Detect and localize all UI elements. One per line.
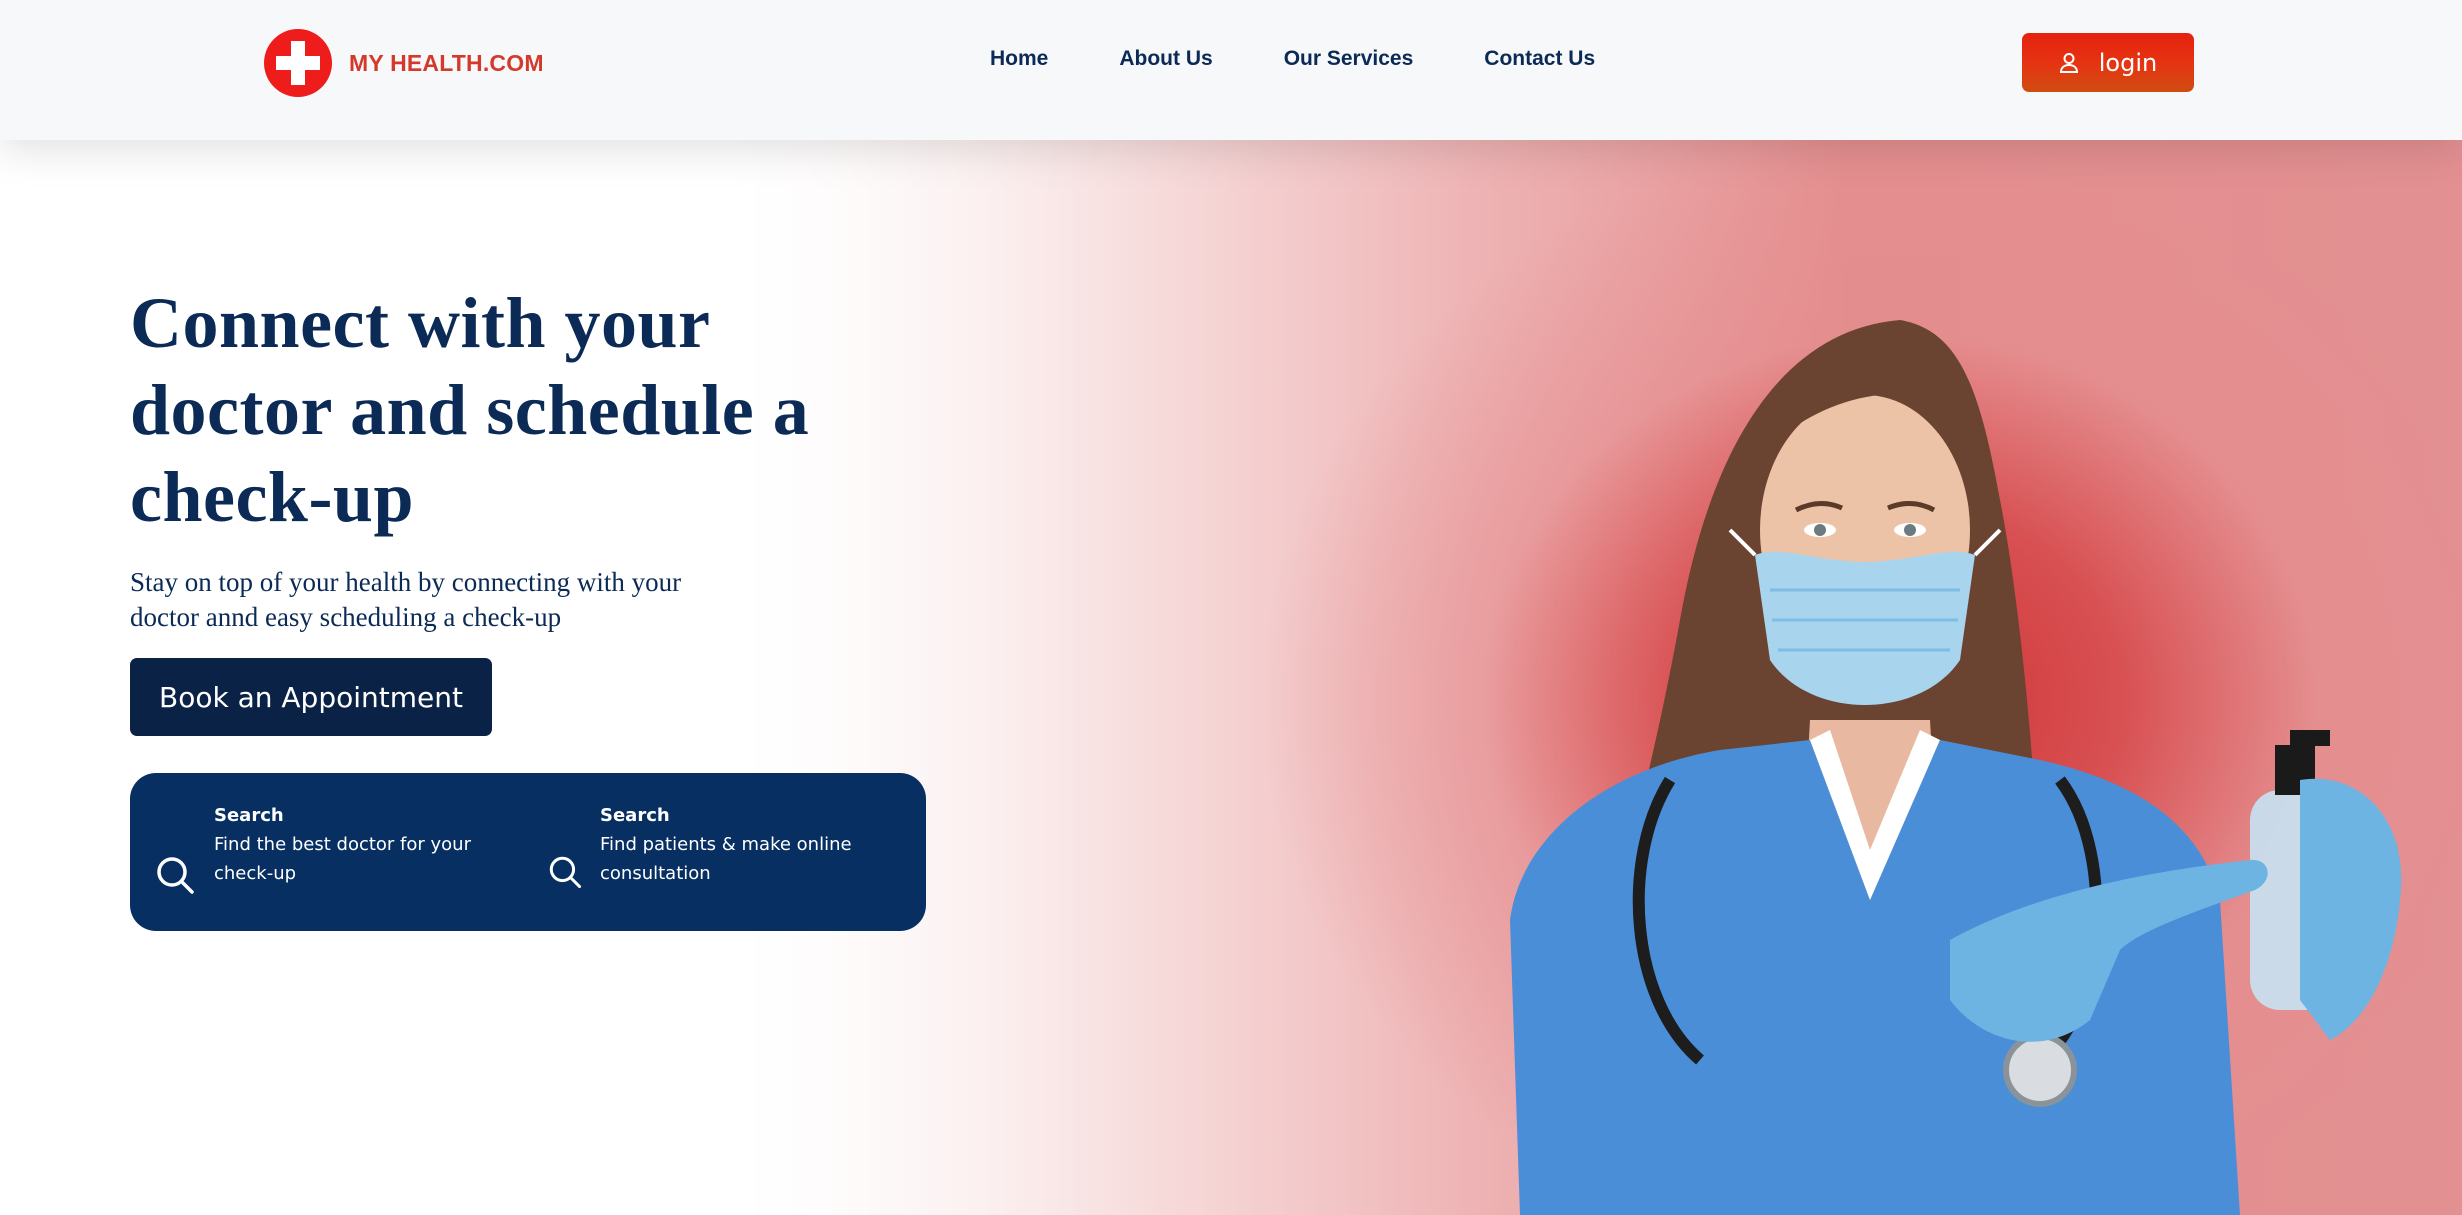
user-icon [2059, 52, 2078, 73]
search-doctor-title: Search [214, 805, 284, 826]
brand-name: MY HEALTH.COM [349, 49, 544, 76]
main-nav: Home About Us Our Services Contact Us [990, 47, 1595, 71]
search-patients-option[interactable]: Search Find patients & make online consu… [547, 801, 870, 889]
search-doctor-description: Find the best doctor for your check-up [214, 834, 471, 884]
doctor-hero-image [1510, 320, 2402, 1215]
search-icon [157, 857, 194, 894]
nav-home[interactable]: Home [990, 47, 1048, 71]
nav-about-us[interactable]: About Us [1119, 47, 1212, 71]
brand-logo-link[interactable]: MY HEALTH.COM [264, 29, 544, 97]
book-appointment-button[interactable]: Book an Appointment [130, 658, 492, 736]
login-button[interactable]: login [2022, 33, 2194, 92]
search-panel: Search Find the best doctor for your che… [130, 773, 926, 931]
page: MY HEALTH.COM Home About Us Our Services… [0, 0, 2462, 1215]
search-patients-title: Search [600, 805, 670, 826]
search-patients-description: Find patients & make online consultation [600, 834, 852, 884]
search-doctor-option[interactable]: Search Find the best doctor for your che… [154, 801, 484, 894]
medical-cross-icon [264, 29, 332, 97]
nav-contact-us[interactable]: Contact Us [1484, 47, 1595, 71]
site-header: MY HEALTH.COM Home About Us Our Services… [0, 0, 2462, 140]
search-icon [549, 856, 582, 889]
hero-subtitle: Stay on top of your health by connecting… [130, 567, 682, 632]
hero-headline: Connect with your doctor and schedule a … [130, 283, 810, 537]
nav-our-services[interactable]: Our Services [1284, 47, 1414, 71]
login-label: login [2098, 48, 2158, 77]
